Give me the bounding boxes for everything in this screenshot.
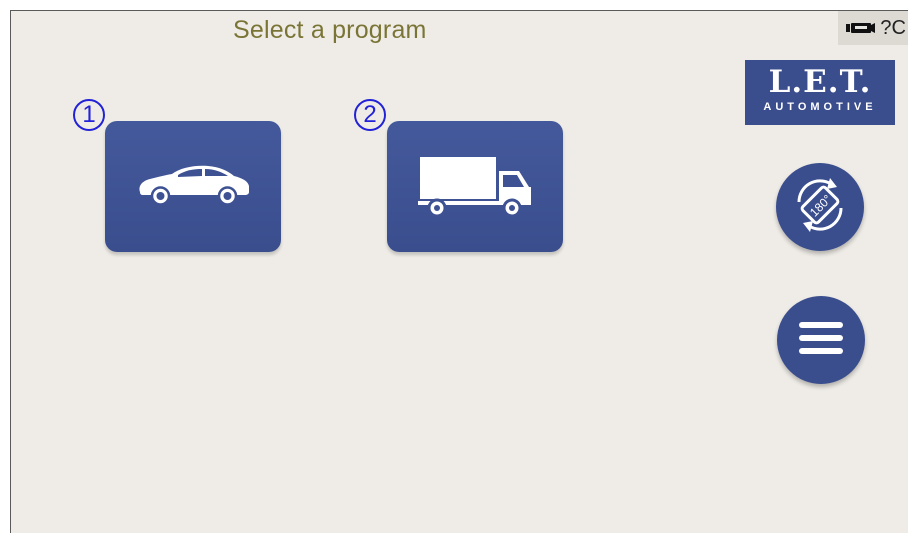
program-truck-button[interactable] [387, 121, 563, 252]
logo-sub-text: AUTOMOTIVE [763, 101, 877, 113]
status-text: ?C [880, 17, 906, 39]
hamburger-menu-icon [797, 318, 845, 363]
car-icon [134, 162, 252, 211]
program-number-badge-1: 1 [73, 99, 105, 131]
rotate-180-button[interactable]: 180° [776, 163, 864, 251]
rotate-label: 180° [807, 191, 835, 219]
program-car-button[interactable] [105, 121, 281, 252]
page-title: Select a program [233, 16, 427, 44]
rotate-screen-icon: 180° [787, 172, 853, 243]
program-select-screen: Select a program ?C L.E.T. AUTOMOTIVE 1 [10, 10, 908, 533]
logo-main-text: L.E.T. [768, 64, 872, 100]
battery-icon [846, 22, 876, 34]
status-area: ?C [838, 11, 908, 45]
let-automotive-logo: L.E.T. AUTOMOTIVE [745, 60, 895, 125]
truck-icon [415, 151, 535, 222]
program-number-badge-2: 2 [354, 99, 386, 131]
menu-button[interactable] [777, 296, 865, 384]
